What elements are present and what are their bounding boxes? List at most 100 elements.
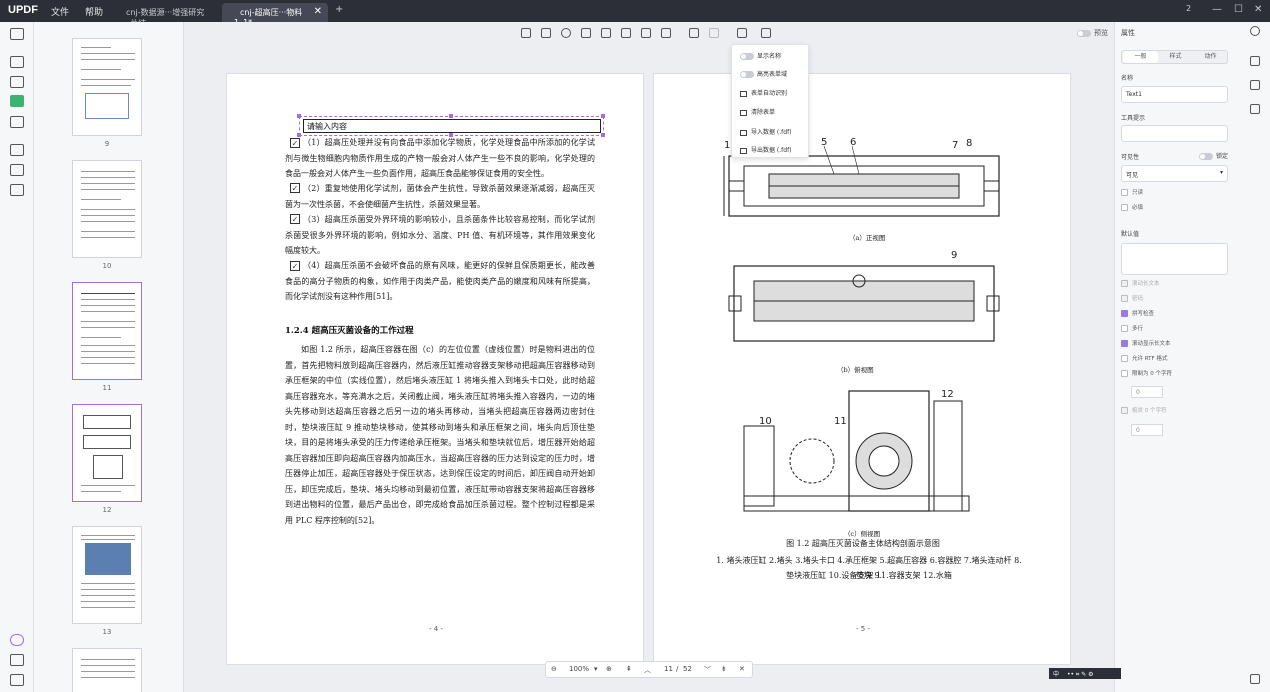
previous-page-icon[interactable]: ︿	[644, 665, 651, 675]
app-logo: UPDF	[8, 4, 38, 16]
zoom-in-icon[interactable]: ⊕	[606, 665, 612, 673]
zoom-level[interactable]: 100%	[569, 665, 589, 673]
form-options-menu: 显示名称 高亮表单域 表单自动识别 清除表单 导入数据 (.fdf) 导出数据 …	[731, 44, 809, 158]
new-tab-button[interactable]: +	[335, 4, 343, 15]
image-field-icon[interactable]	[641, 28, 651, 38]
tab-document-1[interactable]: cnj-数据源···增强研究_总结	[118, 3, 216, 28]
required-checkbox[interactable]: 必填	[1121, 203, 1143, 211]
input-language[interactable]: 中	[1053, 671, 1059, 678]
thumbnail-page-12[interactable]	[72, 404, 142, 502]
convert-icon[interactable]	[10, 116, 24, 128]
tooltip-field[interactable]	[1121, 125, 1228, 142]
close-tab-icon[interactable]: ✕	[314, 6, 322, 17]
menu-item-label: 导入数据 (.fdf)	[751, 129, 792, 136]
panel-title: 属性	[1121, 29, 1135, 37]
form-more-icon[interactable]	[737, 28, 747, 38]
ai-assistant-icon[interactable]	[10, 634, 24, 646]
text-field-icon[interactable]	[521, 28, 531, 38]
limit-chars-stepper[interactable]: 0	[1131, 386, 1163, 398]
page-number: - 4 -	[429, 625, 443, 633]
preview-toggle[interactable]: 预览	[1077, 28, 1108, 38]
attachment-icon[interactable]	[10, 674, 24, 686]
first-page-icon[interactable]: ⇞	[626, 665, 632, 673]
figure-side-view: 10 11 12 （c）侧视图	[743, 389, 970, 538]
comment-icon[interactable]	[10, 56, 24, 68]
thumbnail-label: 9	[104, 140, 110, 148]
name-field[interactable]: Text1	[1121, 86, 1228, 103]
option-label: 限制为 0 个字符	[1132, 371, 1172, 377]
thumbnail-page-11[interactable]	[72, 282, 142, 380]
menu-item-show-name[interactable]: 显示名称	[740, 51, 781, 60]
last-page-icon[interactable]: ⇟	[721, 665, 727, 673]
name-label: 名称	[1121, 75, 1134, 82]
menu-item-label: 清除表单	[751, 109, 776, 116]
thumbnail-page-14[interactable]	[72, 648, 142, 692]
menu-item-clear-form[interactable]: 清除表单	[740, 107, 775, 116]
menu-item-auto-detect[interactable]: 表单自动识别	[740, 88, 787, 97]
window-count[interactable]: 2	[1186, 4, 1191, 13]
figure-label: 6	[850, 137, 856, 148]
lock-toggle[interactable]: 锁定	[1199, 151, 1228, 160]
close-icon[interactable]: ✕	[739, 665, 745, 673]
spell-check-checkbox[interactable]: 拼写检查	[1121, 309, 1154, 317]
share-icon[interactable]	[1250, 80, 1260, 90]
thumbnail-page-13[interactable]	[72, 526, 142, 624]
menu-help[interactable]: 帮助	[85, 5, 103, 18]
menu-file[interactable]: 文件	[51, 5, 69, 18]
default-value-field[interactable]	[1121, 243, 1228, 275]
form-icon[interactable]	[10, 95, 24, 107]
dropdown-field-icon[interactable]	[601, 28, 611, 38]
list-box-icon[interactable]	[581, 28, 591, 38]
comb-chars-stepper[interactable]: 0	[1131, 424, 1163, 436]
edit-text-icon[interactable]	[10, 76, 24, 88]
checkbox-icon[interactable]	[541, 28, 551, 38]
section-heading: 1.2.4 超高压灭菌设备的工作过程	[285, 326, 414, 336]
rtf-checkbox[interactable]: 允许 RTF 格式	[1121, 354, 1167, 362]
export-pdf-icon[interactable]	[1250, 56, 1260, 66]
minimize-button[interactable]: —	[1212, 4, 1222, 15]
chevron-down-icon[interactable]: ▾	[594, 665, 598, 673]
scroll-display-checkbox[interactable]: 滚动显示长文本	[1121, 339, 1171, 347]
menu-item-label: 显示名称	[757, 53, 782, 60]
tab-style[interactable]: 样式	[1158, 51, 1193, 63]
readonly-checkbox[interactable]: 只读	[1121, 188, 1143, 196]
thumbnail-page-9[interactable]	[72, 38, 142, 136]
multiline-checkbox[interactable]: 多行	[1121, 324, 1143, 332]
chat-icon[interactable]	[1250, 674, 1260, 684]
crop-icon[interactable]	[10, 164, 24, 176]
form-tools-icon[interactable]	[761, 28, 771, 38]
menu-item-import-data[interactable]: 导入数据 (.fdf)	[740, 127, 792, 136]
text-form-field[interactable]: 请输入内容	[303, 119, 601, 133]
button-field-icon[interactable]	[621, 28, 631, 38]
visibility-select[interactable]: 可见 ▾	[1121, 165, 1228, 182]
paragraph-4: （4）超高压杀菌不会破坏食品的原有风味，能更好的保鲜且保质期更长，能改善食品的高…	[285, 261, 595, 301]
protect-icon[interactable]	[10, 184, 24, 196]
menu-item-export-data[interactable]: 导出数据 (.fdf)	[740, 145, 792, 154]
export-icon	[740, 147, 747, 154]
limit-chars-checkbox[interactable]: 限制为 0 个字符	[1121, 369, 1172, 377]
bookmark-icon[interactable]	[10, 654, 24, 666]
close-window-button[interactable]: ✕	[1254, 4, 1262, 15]
current-page[interactable]: 11	[664, 665, 673, 673]
figure-label: 9	[951, 250, 957, 261]
tab-document-2[interactable]: cnj-超高压···物料_1_1*✕	[222, 3, 328, 27]
visibility-label: 可见性	[1121, 154, 1140, 161]
menu-item-highlight-fields[interactable]: 高亮表单域	[740, 69, 787, 78]
thumbnail-view-icon[interactable]	[10, 28, 24, 40]
pdf-page-5: 1 5 6 7 8 （a）正视图 9 （b）俯视图 10 11 12 （c）侧视…	[653, 73, 1071, 665]
tab-general[interactable]: 一般	[1123, 51, 1158, 63]
properties-tabs: 一般 样式 动作	[1121, 50, 1228, 64]
ocr-icon[interactable]	[10, 144, 24, 156]
radio-button-icon[interactable]	[561, 28, 571, 38]
thumbnail-label: 13	[102, 628, 112, 636]
input-tools-icon[interactable]: •• ⌗ ✎ ⚙	[1067, 671, 1094, 678]
maximize-button[interactable]: ☐	[1234, 4, 1243, 15]
search-icon[interactable]	[1250, 26, 1260, 36]
next-page-icon[interactable]: ﹀	[704, 665, 711, 675]
tab-action[interactable]: 动作	[1193, 51, 1228, 63]
delete-icon[interactable]	[1250, 104, 1260, 114]
zoom-out-icon[interactable]: ⊖	[551, 665, 557, 673]
thumbnail-page-10[interactable]	[72, 160, 142, 258]
date-field-icon[interactable]	[661, 28, 671, 38]
align-icon[interactable]	[689, 28, 699, 38]
